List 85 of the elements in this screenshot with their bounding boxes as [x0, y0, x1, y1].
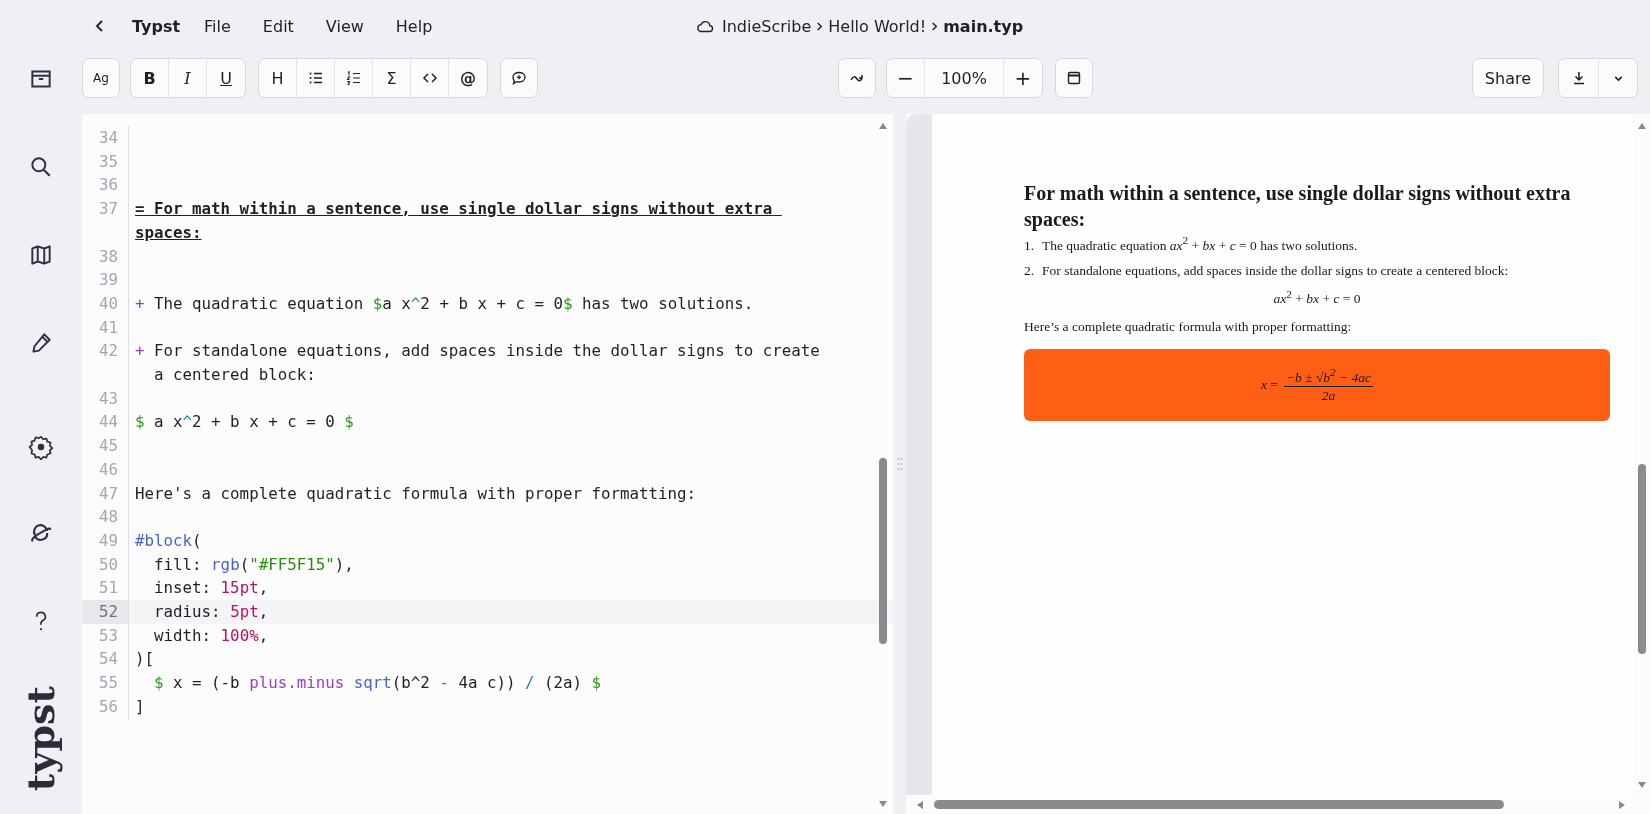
- settings-icon[interactable]: [28, 434, 54, 460]
- bold-button[interactable]: B: [131, 59, 169, 97]
- line-number: 46: [82, 457, 129, 482]
- underline-button[interactable]: U: [207, 59, 245, 97]
- list-number: 1.: [1024, 237, 1036, 254]
- line-number: 38: [82, 244, 129, 269]
- line-number: 35: [82, 149, 129, 174]
- code-line: inset: 15pt,: [153, 577, 270, 600]
- speech-bubble-icon: [511, 70, 527, 86]
- line-number: 34: [82, 126, 129, 150]
- code-line: )[: [134, 648, 156, 671]
- zoom-in-button[interactable]: +: [1004, 59, 1042, 97]
- zoom-level[interactable]: 100%: [925, 59, 1004, 97]
- list-text: For standalone equations, add spaces inside the dollar signs to create a centered block:: [1042, 262, 1509, 279]
- fraction-numerator: −b ± √b$^{2}$ − 4ac: [1283, 365, 1374, 388]
- scroll-up-icon[interactable]: [878, 122, 888, 130]
- code-line: $ x = (-b plus.minus sqrt(b^2 - 4a c)) / (2a) $: [153, 672, 603, 695]
- code-line: $ a x^2 + b x + c = 0 $: [134, 411, 355, 434]
- font-button[interactable]: Ag: [82, 58, 120, 98]
- scroll-left-icon[interactable]: [916, 800, 924, 810]
- code-line: width: 100%,: [153, 624, 270, 647]
- code-line: ]: [134, 695, 146, 718]
- bullet-list-icon: [307, 70, 324, 86]
- scrollbar-thumb[interactable]: [934, 800, 1504, 809]
- code-line: = For math within a sentence, use single dollar signs without extra spaces:: [134, 198, 774, 244]
- scrollbar-thumb[interactable]: [879, 458, 887, 644]
- fraction-denominator: 2a: [1321, 387, 1336, 405]
- scroll-up-icon[interactable]: [1637, 122, 1647, 130]
- numbered-list-icon: [345, 70, 362, 86]
- list-text: The quadratic equation ax$^{2}$ + bx + c = 0 has two solutions.: [1042, 234, 1358, 254]
- menu-item[interactable]: View: [325, 16, 364, 36]
- window-button[interactable]: [1055, 58, 1093, 98]
- code-line: radius: 5pt,: [153, 601, 270, 624]
- menu-item[interactable]: Edit: [262, 16, 294, 36]
- breadcrumb-item[interactable]: Hello World!: [828, 16, 927, 36]
- zoom-out-button[interactable]: −: [887, 59, 925, 97]
- heading-button[interactable]: H: [259, 59, 297, 97]
- line-number: 49: [82, 528, 129, 553]
- scroll-down-icon[interactable]: [878, 800, 888, 808]
- line-number: 56: [82, 694, 129, 719]
- scroll-right-icon[interactable]: [1618, 800, 1626, 810]
- comment-button[interactable]: [500, 58, 538, 98]
- math-equation: ax$^{2}$ + bx + c = 0: [1273, 291, 1361, 306]
- cloud-icon: [696, 19, 714, 33]
- document-heading: For math within a sentence, use single dollar signs without extra spaces:: [1024, 181, 1572, 232]
- line-number: 45: [82, 434, 129, 458]
- math-button[interactable]: Σ: [373, 59, 411, 97]
- line-number: 54: [82, 647, 129, 672]
- redo-button[interactable]: [838, 58, 876, 98]
- share-button[interactable]: Share: [1471, 58, 1544, 98]
- breadcrumb-item[interactable]: IndieScribe: [722, 16, 812, 36]
- line-number: 43: [82, 386, 129, 411]
- code-line: Here's a complete quadratic formula with proper formatting:: [134, 482, 698, 505]
- scroll-down-icon[interactable]: [1637, 781, 1647, 789]
- breadcrumb-item[interactable]: main.typ: [943, 16, 1024, 36]
- menu-item[interactable]: Help: [395, 16, 433, 36]
- list-number: 2.: [1024, 262, 1036, 279]
- line-number: 42: [82, 339, 129, 387]
- line-number: 52: [82, 600, 129, 624]
- line-number: 37: [82, 197, 129, 245]
- code-line: + The quadratic equation $a x^2 + b x + c = 0$ has two solutions.: [134, 292, 755, 315]
- line-number: 40: [82, 291, 129, 316]
- code-line: #block(: [134, 529, 203, 552]
- window-icon: [1066, 70, 1082, 86]
- line-number: 39: [82, 268, 129, 292]
- app-name: Typst: [132, 16, 181, 36]
- scrollbar-thumb[interactable]: [1638, 464, 1646, 654]
- code-line: fill: rgb("#FF5F15"),: [153, 553, 355, 576]
- line-number: 36: [82, 173, 129, 198]
- line-number: 44: [82, 410, 129, 435]
- line-number: 50: [82, 552, 129, 577]
- code-line: + For standalone equations, add spaces inside the dollar signs to create a centered block:: [134, 340, 821, 387]
- line-number: 41: [82, 315, 129, 340]
- line-number: 55: [82, 671, 129, 695]
- code-editor[interactable]: [82, 114, 893, 814]
- mention-button[interactable]: @: [449, 59, 487, 97]
- formula-lhs: x =: [1260, 377, 1278, 393]
- drag-handle-icon[interactable]: [896, 457, 903, 471]
- menu-item[interactable]: File: [204, 16, 231, 36]
- line-number: 48: [82, 505, 129, 529]
- map-icon[interactable]: [28, 242, 54, 268]
- paragraph: Here’s a complete quadratic formula with proper formatting:: [1024, 319, 1353, 335]
- line-number: 53: [82, 623, 129, 648]
- italic-button[interactable]: I: [169, 59, 207, 97]
- line-number: 47: [82, 481, 129, 506]
